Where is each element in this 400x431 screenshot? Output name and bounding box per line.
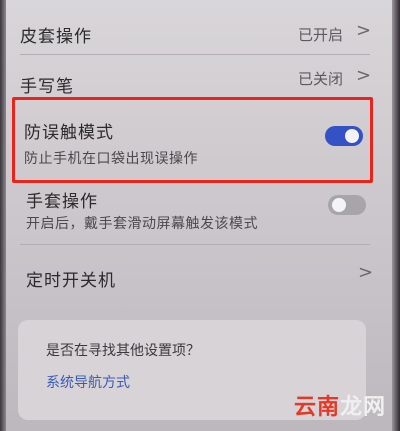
setting-title-stylus: 手写笔 bbox=[20, 77, 74, 97]
chevron-right-icon: > bbox=[356, 20, 372, 41]
glove-toggle[interactable] bbox=[328, 195, 366, 215]
setting-subtitle-glove: 开启后，戴手套滑动屏幕触发该模式 bbox=[26, 216, 258, 232]
divider bbox=[20, 244, 370, 245]
anti-touch-toggle[interactable] bbox=[325, 126, 363, 146]
setting-value-stylus: 已关闭 bbox=[298, 70, 344, 88]
toggle-knob bbox=[332, 198, 346, 212]
chevron-right-icon: > bbox=[356, 65, 372, 86]
divider bbox=[20, 54, 370, 55]
watermark-text-1: 云南 bbox=[293, 395, 340, 420]
setting-title-timer: 定时开关机 bbox=[26, 271, 116, 291]
setting-title-cover: 皮套操作 bbox=[20, 27, 92, 47]
setting-title-anti-touch: 防误触模式 bbox=[24, 123, 114, 143]
settings-screen: 皮套操作 已开启 > 手写笔 已关闭 > 防误触模式 防止手机在口袋出现误操作 … bbox=[0, 0, 400, 431]
watermark-logo: 云南龙网 bbox=[294, 389, 386, 421]
watermark-text-2: 龙网 bbox=[339, 395, 386, 420]
suggestion-link-navigation[interactable]: 系统导航方式 bbox=[46, 372, 130, 392]
chevron-right-icon: > bbox=[358, 262, 374, 283]
toggle-knob bbox=[345, 129, 359, 143]
device-bezel-right bbox=[392, 0, 400, 431]
suggestion-question: 是否在寻找其他设置项？ bbox=[46, 343, 200, 359]
setting-value-cover: 已开启 bbox=[298, 26, 344, 44]
setting-subtitle-anti-touch: 防止手机在口袋出现误操作 bbox=[24, 151, 198, 167]
setting-title-glove: 手套操作 bbox=[26, 192, 98, 212]
device-bezel-left bbox=[0, 0, 6, 431]
